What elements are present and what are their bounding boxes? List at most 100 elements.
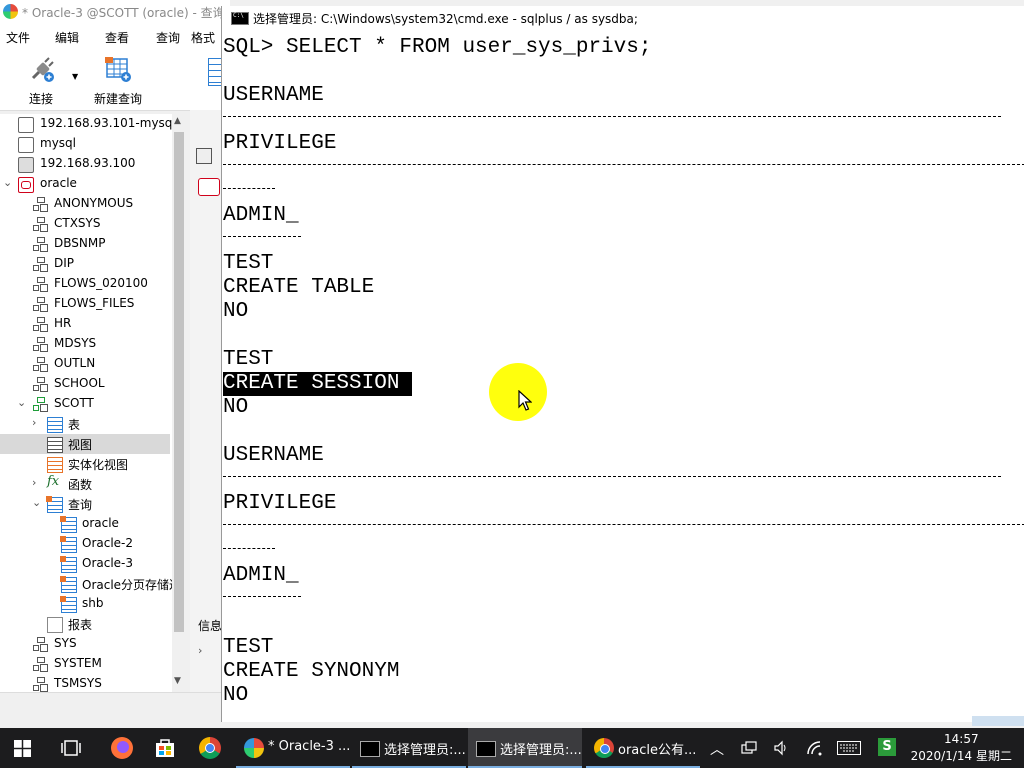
- info-tab[interactable]: 信息: [198, 617, 222, 634]
- tree-item-materialized-views[interactable]: 实体化视图: [0, 454, 170, 474]
- taskbar-app-label: 选择管理员:...: [500, 743, 582, 758]
- query-icon: [60, 556, 77, 573]
- system-clock[interactable]: 14:57 2020/1/14 星期二: [911, 731, 1012, 765]
- tree-item-schema[interactable]: DBSNMP: [0, 234, 170, 254]
- schema-icon: [33, 217, 47, 231]
- cmd-scrollbar[interactable]: [972, 716, 1024, 726]
- oracle-connection-icon[interactable]: [198, 178, 220, 196]
- tree-item-schema[interactable]: MDSYS: [0, 334, 170, 354]
- tree-item-label: SYSTEM: [54, 656, 102, 670]
- tree-item-schema[interactable]: CTXSYS: [0, 214, 170, 234]
- console-output[interactable]: SQL> SELECT * FROM user_sys_privs; USERN…: [222, 30, 1024, 722]
- keyboard-icon[interactable]: [837, 741, 861, 755]
- schema-icon: [33, 237, 47, 251]
- menubar: 文件 编辑 查看 查询 格式: [0, 24, 222, 48]
- new-query-label: 新建查询: [93, 92, 142, 106]
- tree-item-label: 查询: [68, 498, 93, 512]
- tree-item-connection-100[interactable]: 192.168.93.100: [0, 154, 170, 174]
- wifi-icon[interactable]: [806, 740, 824, 756]
- cmd-icon: [476, 741, 496, 757]
- tree-item-queries[interactable]: ⌄ 查询: [0, 494, 170, 514]
- tree-item-query[interactable]: Oracle-2: [0, 534, 170, 554]
- firefox-icon[interactable]: [110, 736, 134, 760]
- tree-item-label: oracle: [40, 176, 77, 190]
- chevron-right-icon[interactable]: ›: [32, 476, 36, 489]
- separator-line: [223, 548, 275, 549]
- save-icon[interactable]: [196, 148, 212, 164]
- scroll-up-icon[interactable]: ▲: [174, 116, 181, 126]
- column-header: USERNAME: [223, 444, 324, 467]
- tree-item-label: oracle: [82, 516, 119, 530]
- menu-view[interactable]: 查看: [105, 29, 129, 46]
- connect-label: 连接: [28, 92, 53, 106]
- network-status-icon[interactable]: [741, 741, 757, 755]
- tree-item-reports[interactable]: 报表: [0, 614, 170, 634]
- tree-item-schema-scott[interactable]: ⌄ SCOTT: [0, 394, 170, 414]
- cmd-titlebar[interactable]: 选择管理员: C:\Windows\system32\cmd.exe - sql…: [222, 6, 1024, 30]
- tree-item-schema[interactable]: DIP: [0, 254, 170, 274]
- tree-item-schema[interactable]: SCHOOL: [0, 374, 170, 394]
- schema-icon: [33, 357, 47, 371]
- tree-item-label: 192.168.93.101-mysql: [40, 116, 176, 130]
- task-view-icon[interactable]: [61, 740, 81, 756]
- tree-item-connection-mysql[interactable]: mysql: [0, 134, 170, 154]
- tray-overflow-icon[interactable]: ︿: [710, 739, 724, 759]
- tree-item-query[interactable]: Oracle分页存储过: [0, 574, 181, 594]
- cmd-title: 选择管理员: C:\Windows\system32\cmd.exe - sql…: [253, 12, 638, 26]
- connect-dropdown-icon[interactable]: ▼: [72, 72, 78, 81]
- tree-item-label: 函数: [68, 478, 93, 492]
- tree-item-views[interactable]: 视图: [0, 434, 170, 454]
- windows-start-icon[interactable]: [14, 740, 31, 757]
- connect-button[interactable]: 连接: [18, 56, 64, 107]
- chevron-right-icon[interactable]: ›: [198, 644, 202, 657]
- taskbar-app-cmd-1[interactable]: 选择管理员:...: [352, 728, 466, 768]
- chevron-down-icon[interactable]: ⌄: [32, 496, 41, 509]
- tree-item-schema[interactable]: ANONYMOUS: [0, 194, 170, 214]
- separator-line: [223, 524, 1024, 525]
- cmd-window[interactable]: 选择管理员: C:\Windows\system32\cmd.exe - sql…: [221, 6, 1024, 722]
- selected-result-value[interactable]: CREATE SESSION: [223, 372, 413, 396]
- tree-item-functions[interactable]: › fx 函数: [0, 474, 170, 494]
- schema-icon: [33, 657, 47, 671]
- menu-file[interactable]: 文件: [6, 29, 30, 46]
- menu-edit[interactable]: 编辑: [55, 29, 79, 46]
- scrollbar-thumb[interactable]: [174, 132, 184, 632]
- tree-item-label: DBSNMP: [54, 236, 106, 250]
- chevron-down-icon[interactable]: ⌄: [3, 176, 12, 189]
- new-query-button[interactable]: 新建查询: [90, 56, 146, 107]
- tree-item-tables[interactable]: › 表: [0, 414, 170, 434]
- separator-line: [223, 116, 1001, 117]
- menu-query[interactable]: 查询: [156, 29, 180, 46]
- tree-item-schema[interactable]: TSMSYS: [0, 674, 170, 692]
- taskbar-app-label: * Oracle-3 ...: [268, 739, 351, 754]
- tree-item-schema[interactable]: FLOWS_020100: [0, 274, 170, 294]
- chrome-icon[interactable]: [199, 737, 221, 759]
- taskbar-app-navicat[interactable]: * Oracle-3 ...: [236, 728, 350, 768]
- volume-icon[interactable]: [773, 740, 789, 756]
- menu-format[interactable]: 格式: [191, 29, 215, 46]
- taskbar-app-label: 选择管理员:...: [384, 743, 466, 758]
- tree-item-schema[interactable]: SYS: [0, 634, 170, 654]
- separator-line: [223, 188, 275, 189]
- tree-item-connection-mysql101[interactable]: 192.168.93.101-mysql: [0, 114, 176, 134]
- chevron-right-icon[interactable]: ›: [32, 416, 36, 429]
- tree-item-label: OUTLN: [54, 356, 96, 370]
- chevron-down-icon[interactable]: ⌄: [17, 396, 26, 409]
- tree-item-schema[interactable]: HR: [0, 314, 170, 334]
- tree-item-schema[interactable]: FLOWS_FILES: [0, 294, 170, 314]
- store-icon[interactable]: [154, 737, 176, 759]
- scroll-down-icon[interactable]: ▼: [174, 676, 181, 686]
- input-method-icon[interactable]: S: [878, 738, 896, 756]
- tree-scrollbar[interactable]: ▲ ▼: [172, 114, 186, 692]
- tree-item-connection-oracle[interactable]: ⌄ oracle: [0, 174, 170, 194]
- tree-item-schema[interactable]: OUTLN: [0, 354, 170, 374]
- tree-item-query[interactable]: Oracle-3: [0, 554, 170, 574]
- taskbar-app-cmd-2[interactable]: 选择管理员:...: [468, 728, 582, 768]
- tree-item-query[interactable]: shb: [0, 594, 170, 614]
- result-value: CREATE SYNONYM: [223, 660, 400, 683]
- tree-item-query[interactable]: oracle: [0, 514, 170, 534]
- app-titlebar: * Oracle-3 @SCOTT (oracle) - 查询: [0, 0, 230, 24]
- taskbar-app-chrome[interactable]: oracle公有...: [586, 728, 700, 768]
- tree-item-schema[interactable]: SYSTEM: [0, 654, 170, 674]
- column-header: ADMIN_: [223, 564, 299, 587]
